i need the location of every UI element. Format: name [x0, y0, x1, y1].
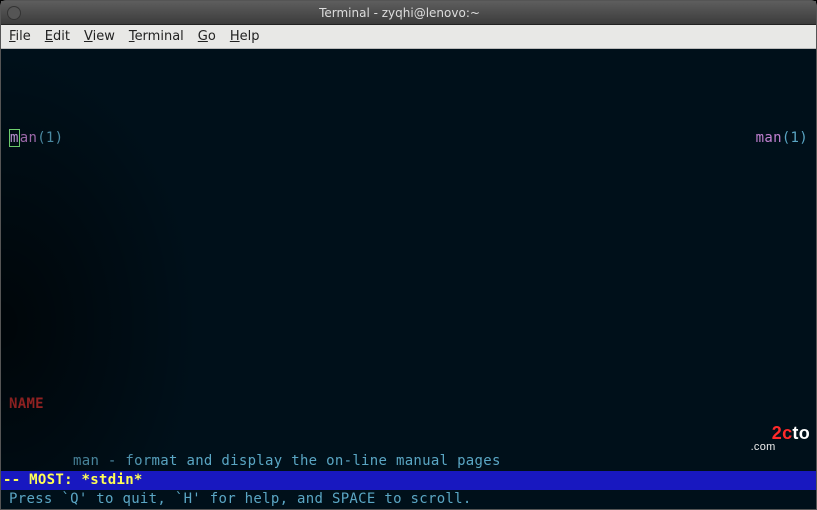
menu-bar: File Edit View Terminal Go Help — [1, 25, 816, 49]
terminal-viewport[interactable]: man(1) man(1) NAME man - format and disp… — [1, 49, 816, 509]
menu-help[interactable]: Help — [230, 29, 260, 44]
pager-help-line: Press `Q' to quit, `H' for help, and SPA… — [1, 490, 816, 509]
menu-file[interactable]: File — [9, 29, 31, 44]
menu-view[interactable]: View — [84, 29, 115, 44]
section-name: NAME — [9, 396, 44, 412]
manpage-header: man(1) man(1) — [9, 129, 808, 148]
menu-terminal[interactable]: Terminal — [129, 29, 184, 44]
pager-status-bar: -- MOST: *stdin* — [1, 471, 816, 490]
menu-edit[interactable]: Edit — [45, 29, 70, 44]
name-line: man - format and display the on-line man… — [73, 453, 501, 469]
menu-go[interactable]: Go — [198, 29, 216, 44]
window-titlebar: Terminal - zyqhi@lenovo:~ — [1, 1, 816, 25]
cursor: m — [9, 129, 20, 147]
window-title: Terminal - zyqhi@lenovo:~ — [25, 6, 774, 20]
window-close-button[interactable] — [7, 6, 21, 20]
